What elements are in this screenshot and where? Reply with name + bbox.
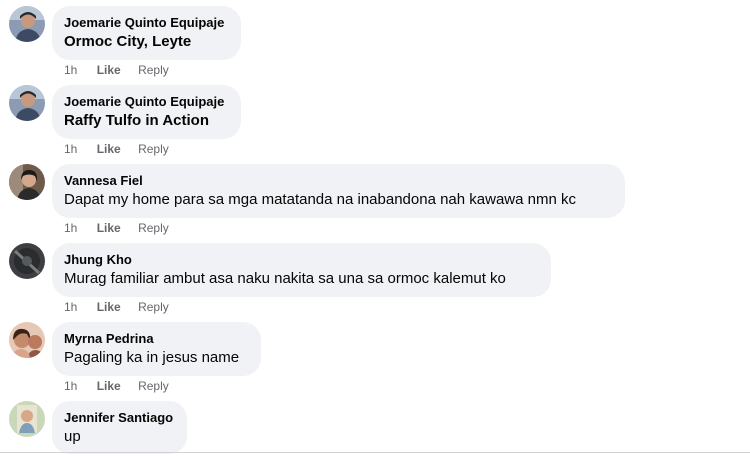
comment-bubble: Jennifer Santiago up (52, 401, 187, 454)
avatar[interactable] (9, 243, 45, 279)
avatar[interactable] (9, 401, 45, 437)
comment-actions: 1h Like Reply (64, 142, 169, 156)
comment-author[interactable]: Joemarie Quinto Equipaje (64, 14, 229, 31)
reply-button[interactable]: Reply (138, 63, 169, 77)
comment-timestamp[interactable]: 1h (64, 221, 77, 235)
like-button[interactable]: Like (97, 379, 121, 393)
comment-bubble: Vannesa Fiel Dapat my home para sa mga m… (52, 164, 625, 218)
reply-button[interactable]: Reply (138, 300, 169, 314)
comment-actions: 1h Like Reply (64, 63, 169, 77)
comment-bubble: Joemarie Quinto Equipaje Raffy Tulfo in … (52, 85, 241, 139)
comment-timestamp[interactable]: 1h (64, 142, 77, 156)
avatar[interactable] (9, 322, 45, 358)
comment-actions: 1h Like Reply (64, 221, 169, 235)
like-button[interactable]: Like (97, 142, 121, 156)
user-avatar-icon (9, 164, 45, 200)
user-avatar-icon (9, 322, 45, 358)
comment-bubble: Joemarie Quinto Equipaje Ormoc City, Ley… (52, 6, 241, 60)
comment-text: up (64, 428, 81, 445)
comment-text: Raffy Tulfo in Action (64, 112, 209, 129)
comment-actions: 1h Like Reply (64, 379, 169, 393)
comment-text: Murag familiar ambut asa naku nakita sa … (64, 270, 506, 287)
avatar[interactable] (9, 164, 45, 200)
like-button[interactable]: Like (97, 221, 121, 235)
avatar[interactable] (9, 6, 45, 42)
comment-text: Pagaling ka in jesus name (64, 349, 240, 366)
divider (0, 452, 750, 453)
comment-timestamp[interactable]: 1h (64, 63, 77, 77)
comment-timestamp[interactable]: 1h (64, 300, 77, 314)
reply-button[interactable]: Reply (138, 142, 169, 156)
comment-author[interactable]: Joemarie Quinto Equipaje (64, 93, 229, 110)
user-avatar-icon (9, 243, 45, 279)
like-button[interactable]: Like (97, 63, 121, 77)
comment-actions: 1h Like Reply (64, 300, 169, 314)
user-avatar-icon (9, 401, 45, 437)
comment-timestamp[interactable]: 1h (64, 379, 77, 393)
user-avatar-icon (9, 85, 45, 121)
user-avatar-icon (9, 6, 45, 42)
comment-author[interactable]: Vannesa Fiel (64, 172, 613, 189)
comment-bubble: Myrna Pedrina Pagaling ka in jesus name (52, 322, 261, 376)
comment-author[interactable]: Jhung Kho (64, 251, 539, 268)
reply-button[interactable]: Reply (138, 221, 169, 235)
comment-author[interactable]: Jennifer Santiago (64, 409, 175, 426)
comment-text: Ormoc City, Leyte (64, 33, 192, 50)
reply-button[interactable]: Reply (138, 379, 169, 393)
comment-bubble: Jhung Kho Murag familiar ambut asa naku … (52, 243, 551, 297)
avatar[interactable] (9, 85, 45, 121)
comment-text: Dapat my home para sa mga matatanda na i… (64, 191, 576, 208)
like-button[interactable]: Like (97, 300, 121, 314)
comment-author[interactable]: Myrna Pedrina (64, 330, 249, 347)
